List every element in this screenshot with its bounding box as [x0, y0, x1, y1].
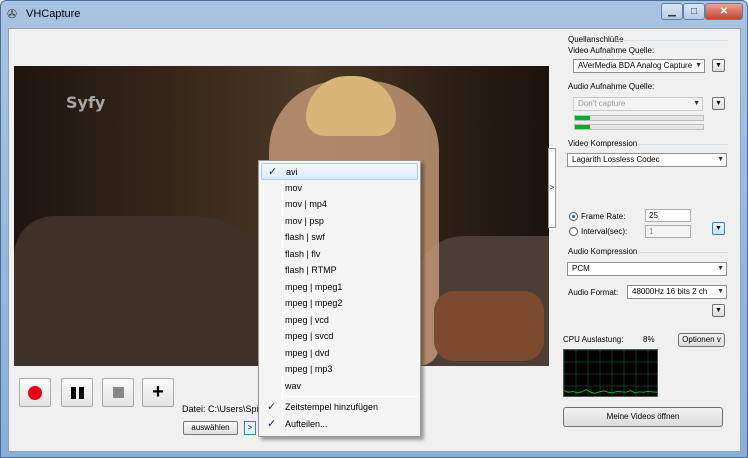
audio-source-select[interactable]: Don't capture ▼	[573, 97, 703, 111]
video-compression-title: Video Kompression	[568, 139, 638, 148]
format-menu: ✓ avi mov mov | mp4 mov | psp flash | swf flas…	[258, 160, 421, 437]
video-source-settings-button[interactable]: ▼	[712, 59, 725, 72]
title-bar[interactable]: ✇ VHCapture ▁ □ ✕	[1, 1, 747, 27]
close-button[interactable]: ✕	[705, 3, 743, 20]
menu-separator	[285, 396, 418, 397]
pause-button[interactable]	[61, 378, 93, 407]
menu-item-mpeg-vcd[interactable]: mpeg | vcd	[261, 312, 418, 329]
maximize-button[interactable]: □	[683, 3, 705, 20]
menu-item-label: mpeg | mpeg1	[285, 281, 343, 292]
menu-item-zeitstempel-hinzuf-gen[interactable]: ✓ Zeitstempel hinzufügen	[261, 399, 418, 416]
menu-item-flash-swf[interactable]: flash | swf	[261, 229, 418, 246]
channel-watermark: Syfy	[66, 93, 106, 112]
audio-source-label: Audio Aufnahme Quelle:	[568, 82, 655, 91]
audio-format-settings-button[interactable]: ▼	[712, 304, 725, 317]
menu-item-label: mov | mp4	[285, 199, 327, 209]
video-source-label: Video Aufnahme Quelle:	[568, 46, 655, 55]
menu-item-label: Zeitstempel hinzufügen	[285, 402, 379, 412]
menu-item-label: mpeg | dvd	[285, 347, 330, 358]
menu-item-label: mpeg | mp3	[285, 364, 333, 374]
menu-item-avi[interactable]: ✓ avi	[261, 163, 418, 180]
audio-level-right	[574, 124, 704, 130]
interval-radio[interactable]	[569, 227, 578, 236]
menu-item-label: flash | flv	[285, 248, 321, 259]
interval-label: Interval(sec):	[581, 227, 628, 236]
audio-level-left	[574, 115, 704, 121]
menu-item-mpeg-mp3[interactable]: mpeg | mp3	[261, 361, 418, 378]
video-compression-settings-button[interactable]: ▼	[712, 222, 725, 235]
minimize-button[interactable]: ▁	[661, 3, 683, 20]
panel-expander-button[interactable]: >	[548, 148, 556, 228]
format-menu-button[interactable]: >	[244, 421, 256, 435]
menu-item-label: mov	[285, 182, 303, 193]
menu-item-label: mpeg | svcd	[285, 331, 334, 341]
menu-item-mov-mp4[interactable]: mov | mp4	[261, 196, 418, 213]
menu-item-label: mpeg | vcd	[285, 314, 329, 325]
window-title: VHCapture	[26, 8, 81, 20]
menu-item-mpeg-mpeg2[interactable]: mpeg | mpeg2	[261, 295, 418, 312]
audio-codec-select[interactable]: PCM ▼	[567, 262, 727, 276]
stop-icon	[113, 387, 124, 398]
menu-item-flash-rtmp[interactable]: flash | RTMP	[261, 262, 418, 279]
cpu-label: CPU Auslastung:	[563, 335, 624, 344]
menu-item-label: flash | swf	[285, 232, 325, 242]
menu-item-label: Aufteilen...	[285, 419, 328, 429]
stop-button[interactable]	[102, 378, 134, 407]
menu-item-flash-flv[interactable]: flash | flv	[261, 246, 418, 263]
menu-item-label: wav	[285, 380, 302, 391]
cpu-usage-line	[563, 389, 658, 394]
menu-item-label: avi	[286, 167, 298, 177]
menu-item-mpeg-svcd[interactable]: mpeg | svcd	[261, 328, 418, 345]
interval-input[interactable]: 1	[645, 225, 691, 238]
cpu-graph-svg	[563, 349, 658, 396]
options-button[interactable]: Optionen v	[678, 333, 725, 347]
pause-icon	[71, 387, 76, 399]
cpu-graph	[563, 349, 658, 397]
app-window: ✇ VHCapture ▁ □ ✕ Syfy > + Datei: C:\Use…	[0, 0, 748, 458]
checkmark-icon: ✓	[267, 401, 277, 413]
audio-format-select[interactable]: 48000Hz 16 bits 2 ch ▼	[627, 285, 727, 299]
select-file-button[interactable]: auswählen	[183, 421, 238, 435]
cpu-value: 8%	[643, 335, 655, 344]
app-icon: ✇	[7, 7, 18, 21]
record-button[interactable]	[19, 378, 51, 407]
add-button[interactable]: +	[142, 378, 174, 407]
audio-source-settings-button[interactable]: ▼	[712, 97, 725, 110]
frame-rate-label: Frame Rate:	[581, 212, 626, 221]
frame-rate-input[interactable]: 25	[645, 209, 691, 222]
audio-compression-title: Audio Kompression	[568, 247, 638, 256]
video-codec-select[interactable]: Lagarith Lossless Codec ▼	[567, 153, 727, 167]
menu-item-label: flash | RTMP	[285, 265, 337, 275]
menu-item-aufteilen[interactable]: ✓ Aufteilen...	[261, 416, 418, 433]
frame-rate-radio[interactable]	[569, 212, 578, 221]
checkmark-icon: ✓	[267, 418, 277, 430]
audio-format-label: Audio Format:	[568, 288, 619, 297]
menu-item-label: mpeg | mpeg2	[285, 298, 343, 308]
menu-item-mov-psp[interactable]: mov | psp	[261, 213, 418, 230]
menu-item-mpeg-mpeg1[interactable]: mpeg | mpeg1	[261, 279, 418, 296]
menu-item-mov[interactable]: mov	[261, 180, 418, 197]
menu-item-mpeg-dvd[interactable]: mpeg | dvd	[261, 345, 418, 362]
open-videos-button[interactable]: Meine Videos öffnen	[563, 407, 723, 427]
checkmark-icon: ✓	[268, 166, 278, 178]
file-path-label: Datei: C:\Users\Spiel	[182, 404, 266, 414]
record-icon	[28, 386, 42, 400]
menu-item-wav[interactable]: wav	[261, 378, 418, 395]
menu-item-label: mov | psp	[285, 215, 324, 226]
video-source-select[interactable]: AVerMedia BDA Analog Capture ▼	[573, 59, 705, 73]
